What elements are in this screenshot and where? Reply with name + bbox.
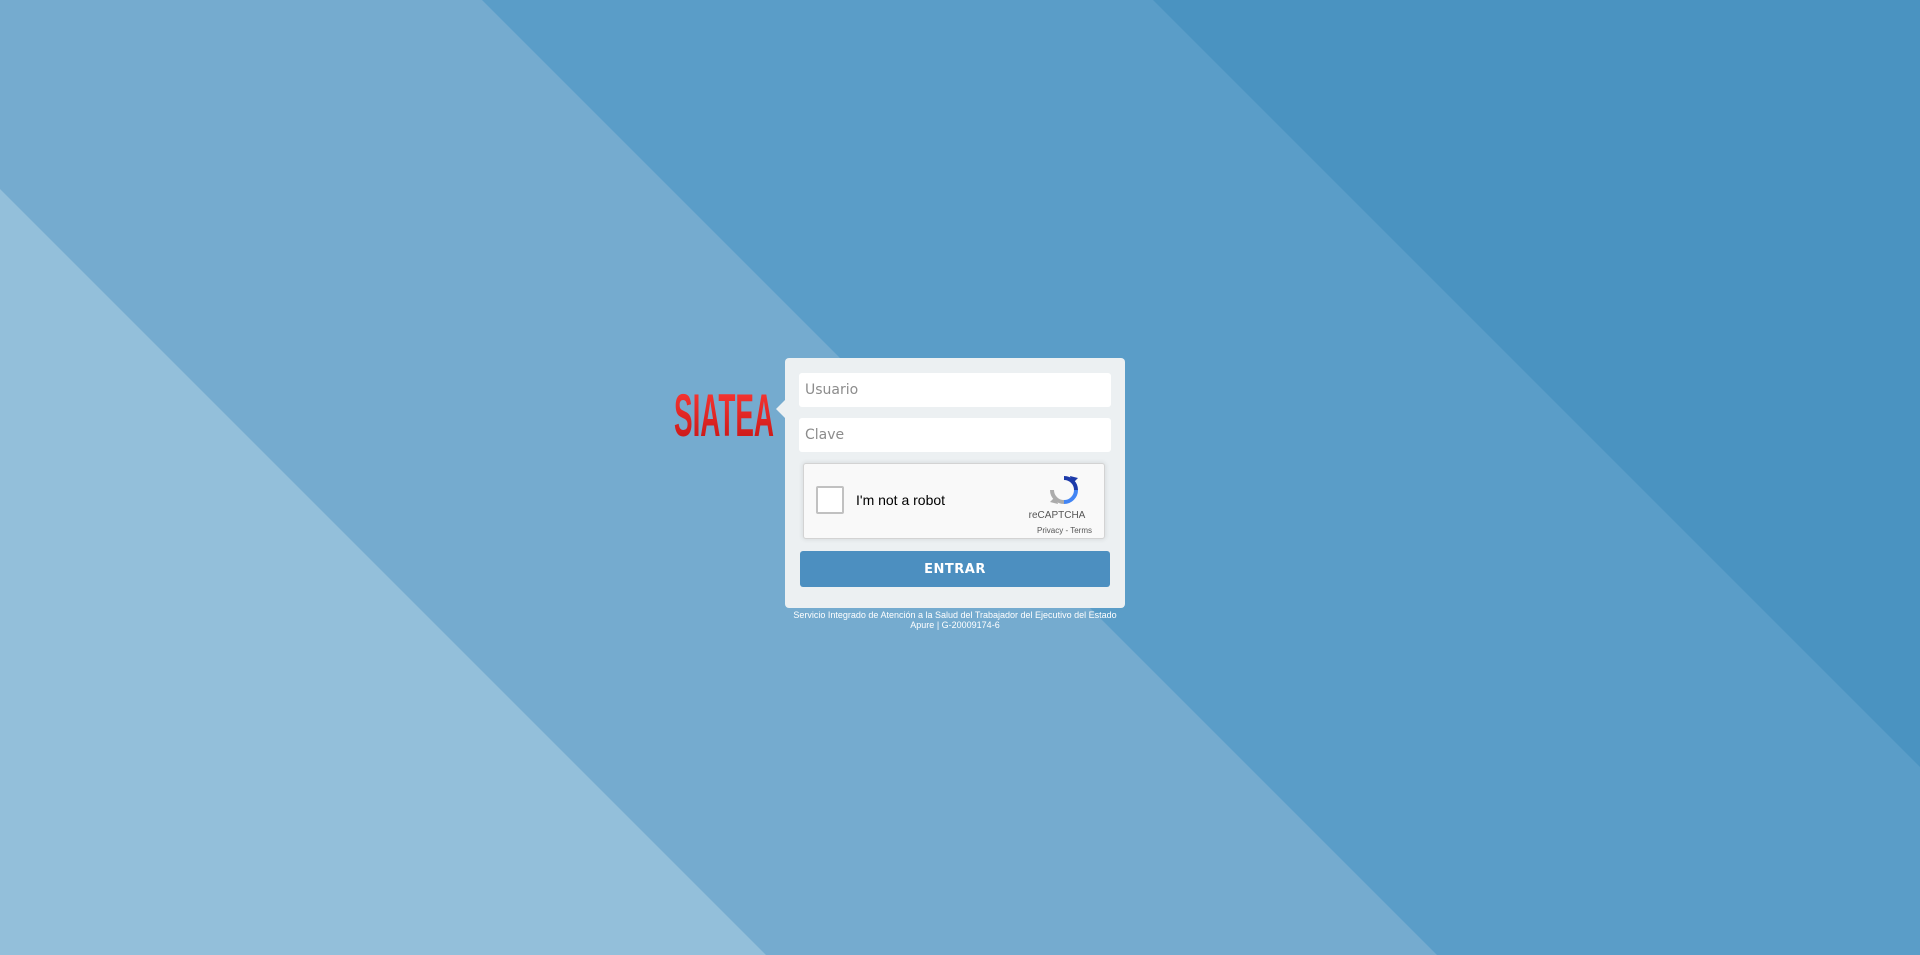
login-panel: I'm not a robot reCAPTCHA Privacy - Term… xyxy=(776,358,1125,608)
panel-pointer xyxy=(776,400,785,418)
recaptcha-icon xyxy=(1050,476,1078,504)
password-input[interactable] xyxy=(799,418,1111,452)
recaptcha-checkbox[interactable] xyxy=(816,486,844,514)
recaptcha-links: Privacy - Terms xyxy=(1012,526,1092,535)
recaptcha-widget: I'm not a robot reCAPTCHA Privacy - Term… xyxy=(803,463,1105,539)
recaptcha-label: I'm not a robot xyxy=(856,492,946,508)
recaptcha-privacy-link[interactable]: Privacy xyxy=(1037,526,1063,535)
recaptcha-brand: reCAPTCHA xyxy=(1028,510,1086,521)
submit-button[interactable]: ENTRAR xyxy=(800,551,1110,587)
svg-text:SIATEA: SIATEA xyxy=(674,382,774,440)
recaptcha-terms-link[interactable]: Terms xyxy=(1070,526,1092,535)
footer-text: Servicio Integrado de Atención a la Salu… xyxy=(793,610,1117,630)
username-input[interactable] xyxy=(799,373,1111,407)
siatea-logo: SIATEA xyxy=(674,382,774,440)
